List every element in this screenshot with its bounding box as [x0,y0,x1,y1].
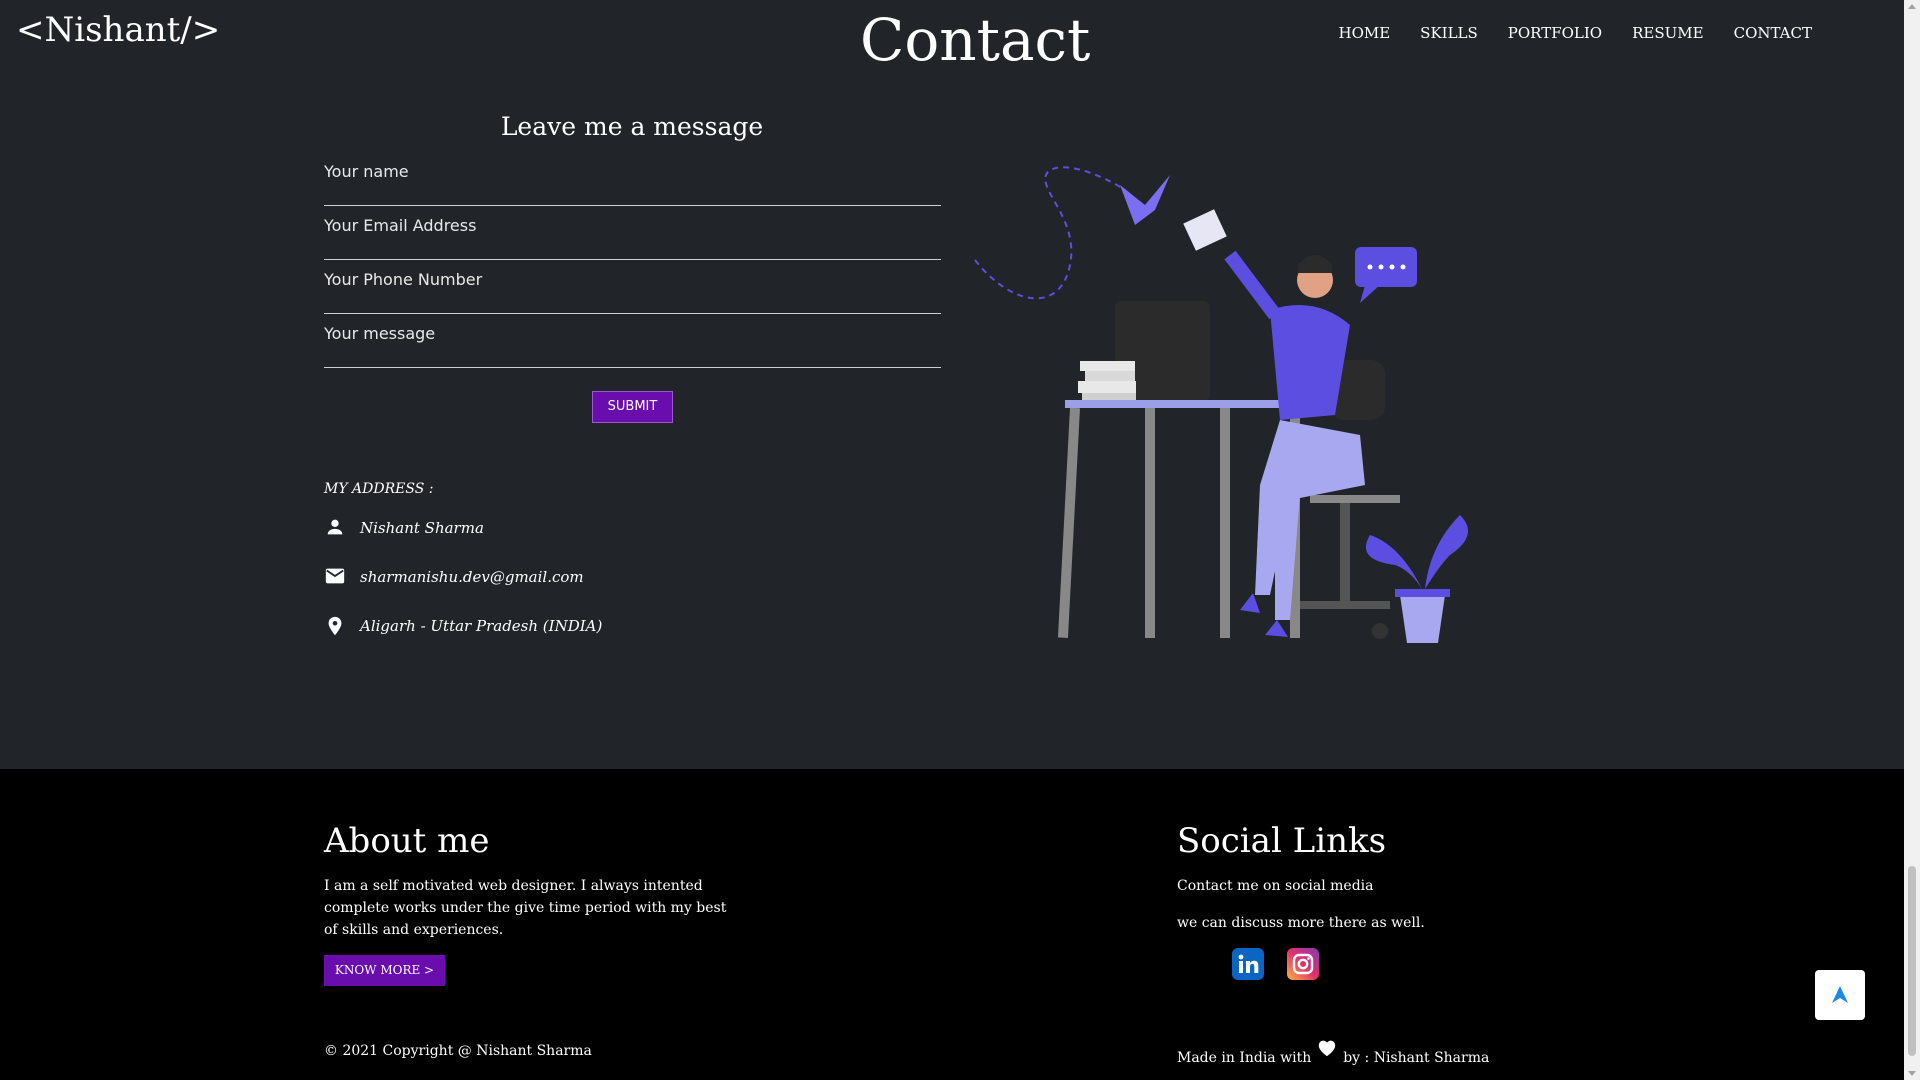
made-in-suffix: by : Nishant Sharma [1343,1049,1490,1066]
social-line-1: Contact me on social media [1177,878,1374,894]
scroll-up-arrow-icon[interactable] [1908,4,1916,9]
made-in-line: Made in India with by : Nishant Sharma [1177,1040,1490,1070]
copyright-text: © 2021 Copyright @ Nishant Sharma [324,1043,592,1059]
name-placeholder: Your name [324,162,409,181]
know-more-button[interactable]: KNOW MORE > [324,955,445,986]
address-name: Nishant Sharma [360,519,484,537]
page: <Nishant/> Contact HOME SKILLS PORTFOLIO… [0,0,1904,1080]
nav-portfolio[interactable]: PORTFOLIO [1508,24,1602,42]
phone-placeholder: Your Phone Number [324,270,483,289]
page-title: Contact [860,6,1091,74]
social-heading: Social Links [1177,821,1387,861]
arrow-up-icon [1832,986,1848,1003]
form-title: Leave me a message [500,112,764,141]
address-email[interactable]: sharmanishu.dev@gmail.com [360,568,584,586]
person-icon [324,516,346,540]
mail-icon [324,565,346,589]
about-text: I am a self motivated web designer. I al… [324,878,727,938]
instagram-icon[interactable] [1287,948,1319,980]
linkedin-icon[interactable] [1232,948,1264,980]
location-pin-icon [324,614,346,638]
scrollbar-thumb[interactable] [1908,866,1916,1056]
site-footer: About me I am a self motivated web desig… [0,769,1904,1080]
main-nav: HOME SKILLS PORTFOLIO RESUME CONTACT [1338,24,1812,42]
address-location-row: Aligarh - Uttar Pradesh (INDIA) [324,614,602,638]
address-name-row: Nishant Sharma [324,516,484,540]
about-heading: About me [324,821,490,861]
scroll-to-top-button[interactable] [1815,970,1865,1020]
nav-resume[interactable]: RESUME [1632,24,1703,42]
email-field[interactable]: Your Email Address [324,216,941,260]
address-location: Aligarh - Uttar Pradesh (INDIA) [360,617,603,635]
submit-button[interactable]: SUBMIT [592,391,673,423]
phone-field[interactable]: Your Phone Number [324,270,941,314]
email-placeholder: Your Email Address [324,216,477,235]
address-email-row: sharmanishu.dev@gmail.com [324,565,584,589]
nav-skills[interactable]: SKILLS [1420,24,1478,42]
name-field[interactable]: Your name [324,162,941,206]
message-field[interactable]: Your message [324,324,941,368]
nav-contact[interactable]: CONTACT [1734,24,1812,42]
nav-home[interactable]: HOME [1338,24,1390,42]
site-logo[interactable]: <Nishant/> [16,10,220,50]
page-scrollbar[interactable] [1904,0,1920,1080]
made-in-prefix: Made in India with [1177,1049,1312,1066]
address-title: MY ADDRESS : [324,481,434,497]
heart-icon [1317,1039,1337,1064]
social-line-2: we can discuss more there as well. [1177,915,1425,931]
scroll-down-arrow-icon[interactable] [1908,1071,1916,1076]
message-placeholder: Your message [324,324,436,343]
contact-illustration [974,166,1468,643]
